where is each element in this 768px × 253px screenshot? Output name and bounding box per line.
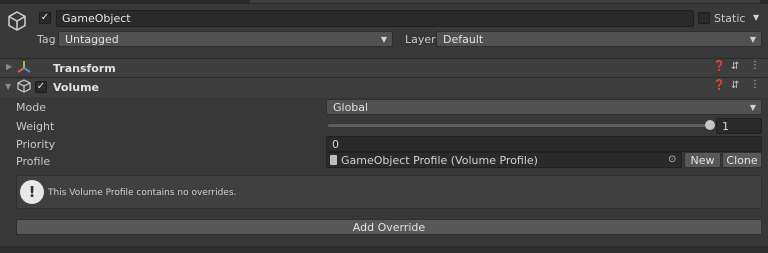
tag-value: Untagged [65, 32, 119, 46]
object-name: GameObject [62, 12, 131, 25]
object-name-field[interactable]: GameObject [56, 10, 694, 27]
mode-dropdown[interactable]: Global ▼ [326, 99, 762, 115]
chevron-down-icon: ▼ [749, 102, 756, 112]
mode-label: Mode [16, 101, 46, 114]
add-override-button[interactable]: Add Override [16, 219, 762, 235]
add-override-label: Add Override [352, 220, 426, 234]
volume-enabled-checkbox[interactable]: ✓ [35, 81, 47, 93]
help-icon[interactable]: ❓ [713, 80, 725, 91]
weight-slider-thumb[interactable] [705, 120, 715, 130]
object-picker-icon[interactable]: ⊙ [668, 154, 676, 165]
active-checkbox[interactable]: ✓ [39, 12, 51, 24]
exclamation-icon: ! [20, 180, 44, 204]
layer-dropdown[interactable]: Default ▼ [436, 31, 762, 47]
clone-button-label: Clone [726, 153, 758, 167]
layer-label: Layer [405, 33, 436, 46]
static-checkbox[interactable] [698, 12, 710, 24]
chevron-down-icon: ▼ [380, 34, 387, 44]
layer-value: Default [443, 32, 484, 46]
tag-dropdown[interactable]: Untagged ▼ [58, 31, 393, 47]
kebab-menu-icon[interactable]: ⋮ [750, 79, 760, 90]
priority-label: Priority [16, 138, 56, 151]
volume-box-icon [17, 79, 31, 93]
weight-field[interactable]: 1 [716, 118, 762, 134]
info-message: This Volume Profile contains no override… [48, 188, 237, 198]
chevron-down-icon: ▼ [749, 34, 756, 44]
weight-label: Weight [16, 120, 55, 133]
clone-profile-button[interactable]: Clone [722, 152, 762, 168]
new-button-label: New [690, 153, 715, 167]
new-profile-button[interactable]: New [684, 152, 721, 168]
transform-title: Transform [53, 62, 116, 75]
priority-field[interactable]: 0 [326, 136, 762, 152]
mode-value: Global [333, 100, 369, 114]
profile-label: Profile [16, 155, 51, 168]
foldout-expanded-icon[interactable]: ▼ [5, 82, 11, 91]
weight-slider-track[interactable] [328, 124, 710, 127]
tag-label: Tag [37, 33, 56, 46]
volume-header[interactable] [0, 77, 768, 97]
static-dropdown-icon[interactable]: ▼ [753, 13, 759, 22]
presets-icon[interactable]: ⇵ [731, 61, 739, 72]
static-label: Static [714, 12, 746, 25]
foldout-collapsed-icon[interactable]: ▶ [6, 62, 12, 71]
kebab-menu-icon[interactable]: ⋮ [750, 60, 760, 71]
profile-value: GameObject Profile (Volume Profile) [341, 153, 538, 167]
asset-file-icon [330, 155, 337, 165]
presets-icon[interactable]: ⇵ [731, 80, 739, 91]
bottom-divider [0, 246, 768, 253]
weight-value: 1 [722, 119, 729, 133]
profile-field[interactable]: GameObject Profile (Volume Profile) [326, 152, 682, 168]
transform-axes-icon [17, 60, 31, 74]
volume-title: Volume [53, 81, 99, 94]
gameobject-cube-icon [6, 10, 28, 32]
top-strip [0, 0, 768, 4]
priority-value: 0 [332, 137, 339, 151]
help-icon[interactable]: ❓ [713, 61, 725, 72]
